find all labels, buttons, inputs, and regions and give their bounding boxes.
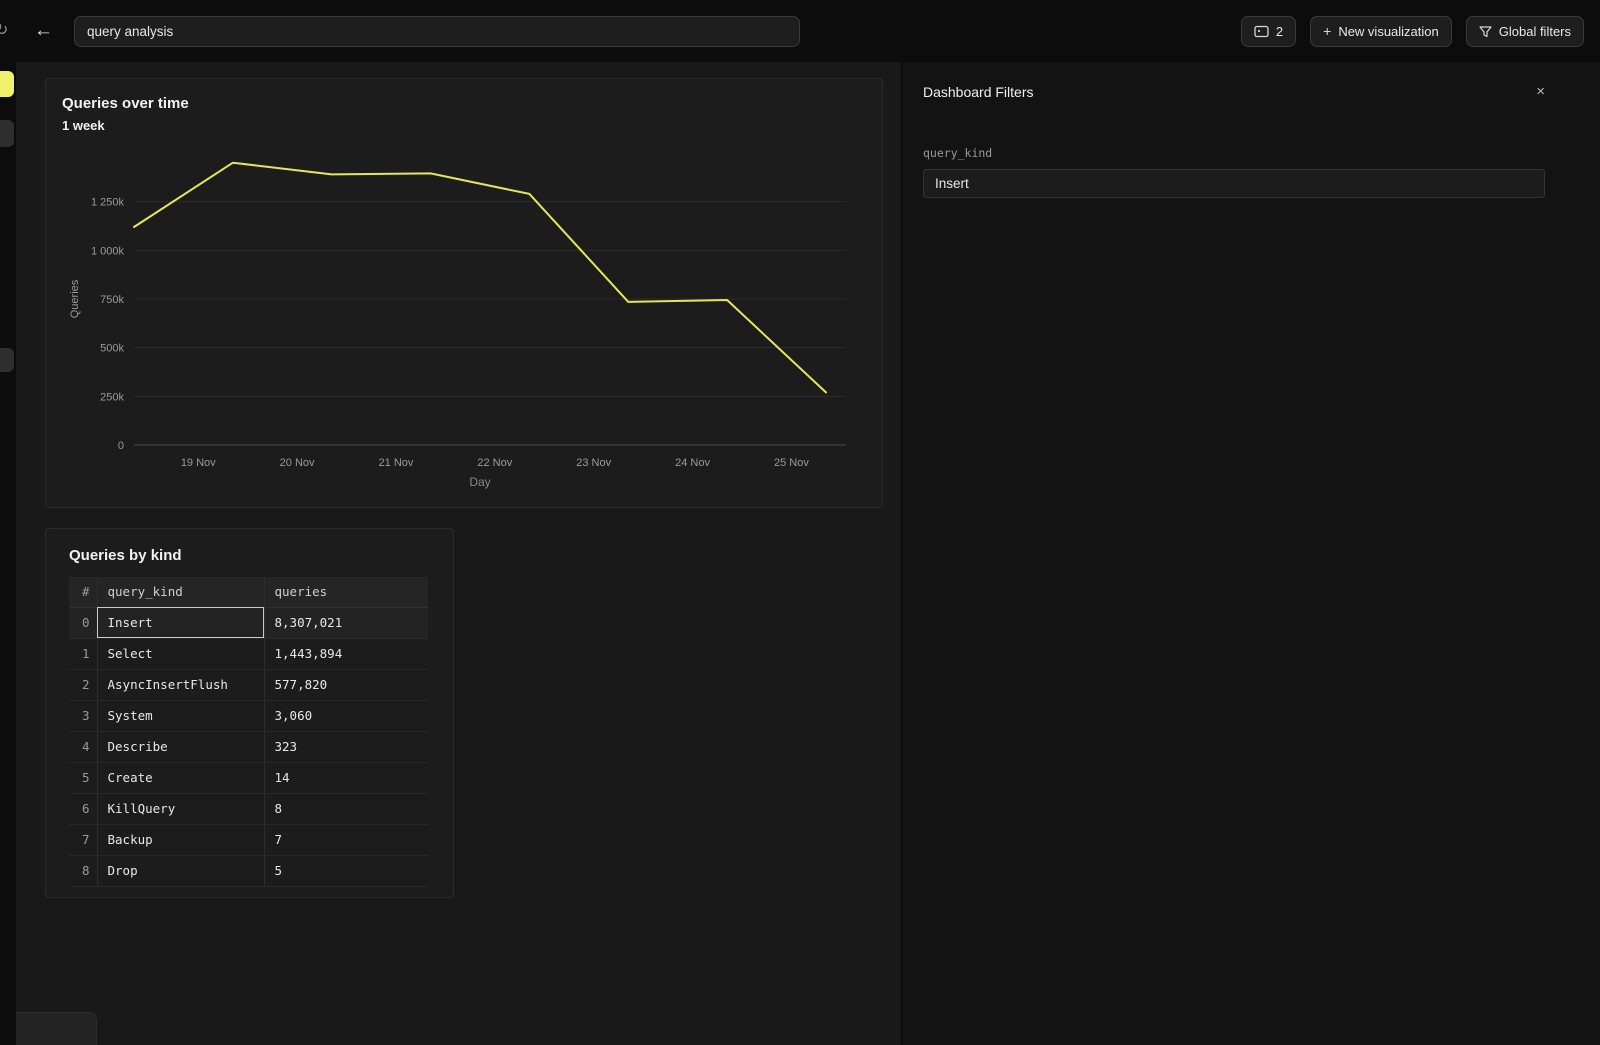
x-tick-label: 24 Nov — [675, 457, 710, 469]
table-row: 8Drop5 — [69, 855, 428, 886]
x-tick-label: 25 Nov — [774, 457, 809, 469]
table-row: 2AsyncInsertFlush577,820 — [69, 669, 428, 700]
table-card-title: Queries by kind — [69, 547, 453, 564]
table-head: #query_kindqueries — [69, 577, 428, 607]
filter-field-label: query_kind — [923, 146, 1545, 160]
table-row: 4Describe323 — [69, 731, 428, 762]
query-kind-header[interactable]: query_kind — [97, 577, 264, 607]
app-root: ↻ ← 2 + New visualization — [0, 0, 1600, 1045]
visualization-count-button[interactable]: 2 — [1241, 16, 1296, 47]
queries-over-time-chart[interactable]: 0 250k 500k 750k 1 000k 1 250k 19 Nov 20 Nov 21 … — [62, 141, 862, 501]
new-visualization-button[interactable]: + New visualization — [1310, 16, 1452, 47]
chart-card-title: Queries over time — [62, 95, 866, 112]
query-kind-cell[interactable]: Drop — [97, 855, 264, 886]
y-tick-label: 250k — [100, 391, 124, 403]
plus-icon: + — [1323, 23, 1331, 39]
y-tick-label: 0 — [118, 440, 124, 452]
row-index-cell: 4 — [69, 731, 97, 762]
row-index-cell: 8 — [69, 855, 97, 886]
row-index-cell: 3 — [69, 700, 97, 731]
close-icon[interactable]: × — [1536, 84, 1545, 99]
query-kind-cell[interactable]: AsyncInsertFlush — [97, 669, 264, 700]
query-kind-cell[interactable]: Create — [97, 762, 264, 793]
y-tick-label: 1 250k — [91, 197, 125, 209]
visualization-count-label: 2 — [1276, 24, 1283, 39]
content-row: Queries over time 1 week 0 250k 500k 750k 1 … — [16, 62, 1600, 1045]
visualization-count-icon — [1254, 25, 1269, 38]
queries-cell[interactable]: 8 — [264, 793, 428, 824]
table-card: Queries by kind #query_kindqueries 0Inse… — [45, 528, 454, 898]
main-column: ← 2 + New visualization — [16, 0, 1600, 1045]
table-row: 6KillQuery8 — [69, 793, 428, 824]
dashboard-filters-panel: Dashboard Filters × query_kind — [901, 62, 1600, 1045]
queries-cell[interactable]: 8,307,021 — [264, 607, 428, 638]
queries-cell[interactable]: 323 — [264, 731, 428, 762]
row-index-cell: 2 — [69, 669, 97, 700]
table-row: 3System3,060 — [69, 700, 428, 731]
queries-line-series — [134, 163, 826, 393]
queries-by-kind-table: #query_kindqueries 0Insert8,307,0211Sele… — [69, 577, 428, 887]
query-kind-cell[interactable]: Backup — [97, 824, 264, 855]
table-row: 7Backup7 — [69, 824, 428, 855]
rail-item[interactable] — [0, 120, 14, 147]
query-kind-filter-input[interactable] — [923, 169, 1545, 198]
table-row: 0Insert8,307,021 — [69, 607, 428, 638]
bottom-left-widget — [16, 1012, 97, 1045]
row-index-cell: 1 — [69, 638, 97, 669]
x-tick-label: 22 Nov — [477, 457, 512, 469]
dashboard-canvas: Queries over time 1 week 0 250k 500k 750k 1 … — [16, 62, 901, 1045]
row-index-cell: 7 — [69, 824, 97, 855]
row-index-header[interactable]: # — [69, 577, 97, 607]
chart-wrap: 0 250k 500k 750k 1 000k 1 250k 19 Nov 20 Nov 21 … — [62, 141, 866, 504]
query-kind-cell[interactable]: Select — [97, 638, 264, 669]
queries-cell[interactable]: 577,820 — [264, 669, 428, 700]
rail-item-2[interactable] — [0, 348, 14, 372]
x-tick-label: 20 Nov — [280, 457, 315, 469]
chart-card-subtitle: 1 week — [62, 118, 866, 133]
queries-cell[interactable]: 3,060 — [264, 700, 428, 731]
queries-header[interactable]: queries — [264, 577, 428, 607]
row-index-cell: 6 — [69, 793, 97, 824]
global-filters-label: Global filters — [1499, 24, 1571, 39]
y-tick-label: 750k — [100, 294, 124, 306]
query-kind-cell[interactable]: Describe — [97, 731, 264, 762]
topbar: ← 2 + New visualization — [16, 0, 1600, 62]
dashboard-title-input[interactable] — [74, 16, 800, 47]
back-button[interactable]: ← — [34, 20, 60, 42]
queries-cell[interactable]: 7 — [264, 824, 428, 855]
table-row: 5Create14 — [69, 762, 428, 793]
x-tick-label: 23 Nov — [576, 457, 611, 469]
filters-panel-header: Dashboard Filters × — [923, 84, 1545, 100]
y-axis-label: Queries — [69, 279, 81, 318]
x-tick-label: 19 Nov — [181, 457, 216, 469]
funnel-icon — [1479, 25, 1492, 38]
x-tick-label: 21 Nov — [379, 457, 414, 469]
queries-table-body: 0Insert8,307,0211Select1,443,8942AsyncIn… — [69, 607, 428, 886]
global-filters-button[interactable]: Global filters — [1466, 16, 1584, 47]
chart-card: Queries over time 1 week 0 250k 500k 750k 1 … — [45, 78, 883, 508]
query-kind-cell[interactable]: System — [97, 700, 264, 731]
table-row: 1Select1,443,894 — [69, 638, 428, 669]
query-kind-cell[interactable]: Insert — [97, 607, 264, 638]
filters-panel-title: Dashboard Filters — [923, 84, 1034, 100]
queries-cell[interactable]: 5 — [264, 855, 428, 886]
query-kind-cell[interactable]: KillQuery — [97, 793, 264, 824]
queries-cell[interactable]: 1,443,894 — [264, 638, 428, 669]
new-visualization-label: New visualization — [1338, 24, 1438, 39]
table-header-row: #query_kindqueries — [69, 577, 428, 607]
x-axis-label: Day — [469, 475, 490, 489]
row-index-cell: 5 — [69, 762, 97, 793]
left-rail: ↻ — [0, 0, 16, 1045]
queries-cell[interactable]: 14 — [264, 762, 428, 793]
y-tick-label: 1 000k — [91, 245, 125, 257]
y-tick-label: 500k — [100, 343, 124, 355]
refresh-icon[interactable]: ↻ — [0, 20, 8, 40]
rail-item-active[interactable] — [0, 71, 14, 97]
row-index-cell: 0 — [69, 607, 97, 638]
